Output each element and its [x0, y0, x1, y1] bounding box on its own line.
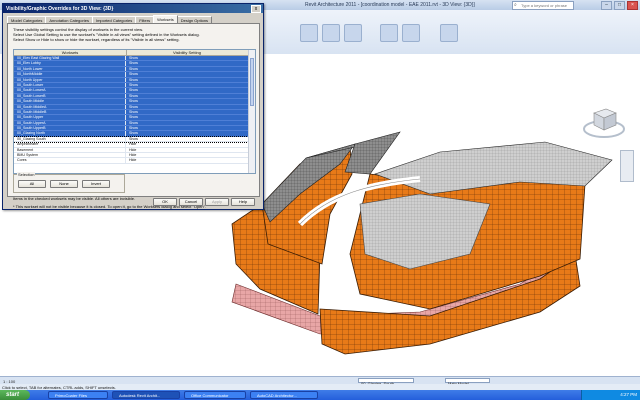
workset-name-cell: 00_South MiddleA — [14, 104, 126, 109]
workset-name-cell: 00_South Upper — [14, 115, 126, 120]
closed-workset-note: * This workset will not be visible becau… — [13, 204, 207, 209]
visibility-setting-cell[interactable]: Show — [126, 126, 246, 130]
workset-name-cell: 00_Elev East Glazing Wall — [14, 56, 126, 61]
workset-name-cell: 00_Elev Lobby — [14, 61, 126, 66]
visibility-setting-cell[interactable]: Show — [126, 99, 246, 103]
status-hint: Click to select, TAB for alternates, CTR… — [2, 384, 116, 390]
ribbon-tool-4[interactable] — [380, 24, 398, 42]
minimize-icon[interactable]: – — [601, 1, 612, 10]
ribbon-tool-3[interactable] — [344, 24, 362, 42]
taskbar-item[interactable]: Office Communicator — [184, 391, 246, 399]
active-workset-combo[interactable]: 00_Glazing_South — [358, 378, 414, 386]
visibility-setting-cell[interactable]: Show — [126, 83, 246, 87]
workset-name-cell: 00_Glazing North — [14, 131, 126, 136]
workset-name-cell: Cores — [14, 158, 126, 163]
workset-name-cell: 00_South UpperB — [14, 126, 126, 131]
visibility-setting-cell[interactable]: Show — [126, 131, 246, 135]
visibility-setting-cell[interactable]: Show — [126, 78, 246, 82]
dialog-title-bar[interactable]: Visibility/Graphic Overrides for 3D View… — [3, 4, 263, 13]
search-input[interactable]: ⌕ Type a keyword or phrase — [512, 1, 574, 10]
invert-selection-button[interactable]: Invert — [82, 180, 110, 188]
navigation-bar[interactable] — [620, 150, 634, 182]
worksets-panel: These visibility settings control the di… — [7, 23, 260, 209]
column-header-visibility[interactable]: Visibility Setting — [127, 50, 247, 55]
select-none-button[interactable]: None — [50, 180, 78, 188]
visibility-setting-cell[interactable]: Show — [126, 88, 246, 92]
window-controls: – □ × — [601, 1, 638, 10]
viewcube-icon[interactable] — [580, 99, 628, 147]
workset-name-cell: 00_Glazing South — [14, 136, 126, 142]
app-title: Revit Architecture 2011 - [coordination … — [305, 2, 475, 8]
taskbar-item[interactable]: AutoCAD Architectur... — [250, 391, 318, 399]
selection-group-label: Selection — [17, 172, 36, 177]
ribbon-tool-2[interactable] — [322, 24, 340, 42]
visibility-setting-cell[interactable]: Hide — [126, 153, 246, 157]
visibility-setting-cell[interactable]: Show — [126, 137, 246, 141]
workset-name-cell: 00_North Lower — [14, 66, 126, 72]
workset-name-cell: 00_South Middle — [14, 99, 126, 104]
visibility-note: Items in the checked worksets may be vis… — [13, 196, 136, 201]
help-button[interactable]: Help — [231, 198, 255, 206]
view-scale[interactable]: 1 : 100 — [3, 379, 15, 384]
visibility-setting-cell[interactable]: Hide — [126, 142, 246, 146]
visibility-setting-cell[interactable]: Show — [126, 67, 246, 71]
visibility-setting-cell[interactable]: Show — [126, 61, 246, 65]
table-body: 00_Elev East Glazing Wall Show 00_Elev Lob… — [14, 56, 249, 164]
tab-worksets[interactable]: Worksets — [153, 15, 178, 23]
table-row[interactable]: Cores Hide — [14, 158, 248, 164]
visibility-setting-cell[interactable]: Show — [126, 72, 246, 76]
design-option-combo[interactable]: Main Model — [445, 378, 490, 386]
search-icon: ⌕ — [514, 2, 517, 8]
selection-group: Selection All None Invert — [13, 172, 125, 193]
start-button[interactable]: start — [0, 390, 30, 400]
visibility-setting-cell[interactable]: Hide — [126, 148, 246, 152]
visibility-setting-cell[interactable]: Show — [126, 56, 246, 60]
ok-button[interactable]: OK — [153, 198, 177, 206]
column-header-worksets[interactable]: Worksets — [14, 50, 127, 55]
dialog-close-button[interactable]: x — [251, 5, 261, 13]
workset-name-cell: 00_South UpperA — [14, 120, 126, 126]
description-line: Select Show or Hide to show or hide the … — [13, 37, 180, 42]
workset-name-cell: 00_NorthMiddle — [14, 72, 126, 77]
ribbon-tool-5[interactable] — [402, 24, 420, 42]
taskbar-item[interactable]: Autodesk Revit Archit... — [112, 391, 180, 399]
workset-name-cell: 00_South LowerB — [14, 93, 126, 99]
workset-name-cell: 00_North Upper — [14, 77, 126, 82]
visibility-dialog: Visibility/Graphic Overrides for 3D View… — [2, 3, 264, 210]
visibility-setting-cell[interactable]: Show — [126, 105, 246, 109]
system-tray: 4:27 PM — [581, 390, 640, 400]
maximize-icon[interactable]: □ — [614, 1, 625, 10]
visibility-setting-cell[interactable]: Show — [126, 110, 246, 114]
workset-name-cell: 00_South LowerA — [14, 88, 126, 93]
workset-name-cell: 00_South MiddleB — [14, 109, 126, 115]
worksets-table: Worksets Visibility Setting 00_Elev East… — [13, 49, 256, 174]
workset-name-cell: Basement — [14, 147, 126, 153]
ribbon-tool-6[interactable] — [440, 24, 458, 42]
visibility-setting-cell[interactable]: Show — [126, 94, 246, 98]
workset-name-cell: Amphitheatre — [14, 142, 126, 147]
close-icon[interactable]: × — [627, 1, 638, 10]
select-all-button[interactable]: All — [18, 180, 46, 188]
table-scrollbar[interactable] — [248, 50, 255, 173]
ribbon-tool-1[interactable] — [300, 24, 318, 42]
tray-clock: 4:27 PM — [620, 392, 637, 397]
dialog-title: Visibility/Graphic Overrides for 3D View… — [6, 5, 114, 12]
workset-name-cell: BMU System — [14, 153, 126, 158]
workset-name-cell: 00_South Lower — [14, 82, 126, 88]
panel-description: These visibility settings control the di… — [13, 27, 200, 42]
windows-taskbar: start PrimoCoater Files Autodesk Revit A… — [0, 390, 640, 400]
visibility-setting-cell[interactable]: Hide — [126, 158, 246, 162]
search-placeholder: Type a keyword or phrase — [521, 3, 568, 8]
cancel-button[interactable]: Cancel — [179, 198, 203, 206]
apply-button[interactable]: Apply — [205, 198, 229, 206]
taskbar-item[interactable]: PrimoCoater Files — [48, 391, 108, 399]
visibility-setting-cell[interactable]: Show — [126, 115, 246, 119]
scrollbar-thumb[interactable] — [250, 58, 254, 106]
visibility-setting-cell[interactable]: Show — [126, 121, 246, 125]
